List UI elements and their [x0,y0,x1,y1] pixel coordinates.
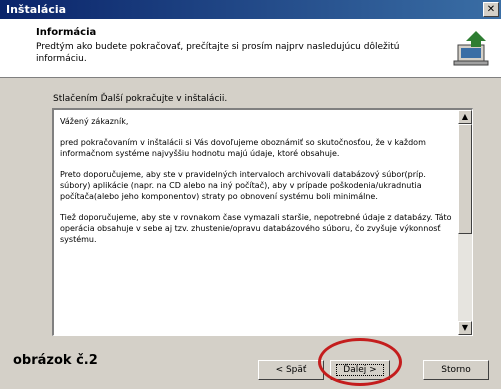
info-paragraph: Tiež doporučujeme, aby ste v rovnakom ča… [60,213,452,244]
figure-caption: obrázok č.2 [13,353,98,368]
vertical-scrollbar[interactable]: ▲ ▼ [458,110,472,335]
close-icon[interactable]: ✕ [483,2,499,17]
window-title: Inštalácia [6,3,67,16]
instruction-text: Stlačením Ďalší pokračujte v inštalácii. [53,94,228,104]
info-text-content: Vážený zákazník, pred pokračovaním v inš… [60,116,452,255]
back-button[interactable]: < Späť [258,360,324,380]
title-bar[interactable]: Inštalácia ✕ [0,0,501,19]
next-button[interactable]: Ďalej > [330,360,390,380]
header-title: Informácia [36,27,97,38]
info-paragraph: Preto doporučujeme, aby ste v pravidelný… [60,170,426,201]
button-bar: obrázok č.2 < Späť Ďalej > Storno [0,345,501,389]
scroll-down-icon[interactable]: ▼ [458,321,472,335]
next-button-label: Ďalej > [336,364,384,376]
header-panel: Informácia Predtým ako budete pokračovať… [0,19,501,78]
info-text-area[interactable]: Vážený zákazník, pred pokračovaním v inš… [52,108,473,336]
installer-computer-icon [453,31,489,66]
header-description: Predtým ako budete pokračovať, prečítajt… [36,42,400,64]
info-paragraph: Vážený zákazník, [60,117,129,126]
installer-window: Inštalácia ✕ Informácia Predtým ako bude… [0,0,501,389]
info-paragraph: pred pokračovaním v inštalácii si Vás do… [60,138,426,158]
cancel-button[interactable]: Storno [423,360,489,380]
scroll-thumb[interactable] [458,124,472,234]
scroll-up-icon[interactable]: ▲ [458,110,472,124]
